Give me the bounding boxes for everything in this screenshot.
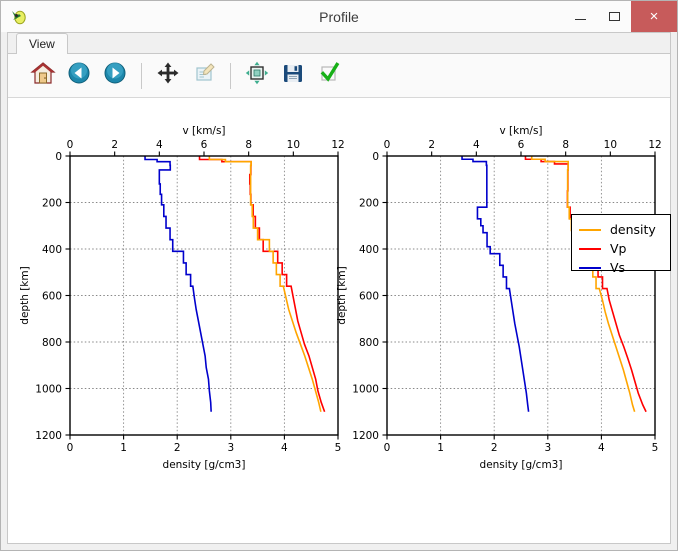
- close-button[interactable]: ×: [631, 1, 677, 32]
- svg-text:6: 6: [518, 139, 525, 151]
- tab-strip: View: [8, 33, 670, 54]
- svg-text:0: 0: [384, 442, 391, 454]
- svg-text:600: 600: [42, 290, 62, 302]
- legend-item-vp: Vp: [572, 239, 670, 258]
- svg-text:1: 1: [120, 442, 127, 454]
- home-icon: [30, 60, 56, 91]
- svg-text:2: 2: [111, 139, 118, 151]
- svg-text:0: 0: [67, 139, 74, 151]
- svg-text:v [km/s]: v [km/s]: [182, 125, 225, 137]
- svg-text:10: 10: [287, 139, 300, 151]
- svg-text:v [km/s]: v [km/s]: [499, 125, 542, 137]
- svg-text:10: 10: [604, 139, 617, 151]
- svg-text:density [g/cm3]: density [g/cm3]: [480, 459, 563, 471]
- left-profile: 0 2 4 6 8 10 12v [km/s]0 1 2 3 4 5density [g/cm3]02…: [19, 125, 345, 471]
- svg-text:4: 4: [156, 139, 163, 151]
- svg-text:2: 2: [491, 442, 498, 454]
- svg-text:depth [km]: depth [km]: [19, 266, 31, 324]
- svg-text:600: 600: [359, 290, 379, 302]
- series-vp: [198, 156, 326, 413]
- svg-text:800: 800: [42, 337, 62, 349]
- right-profile: 0 2 4 6 8 10 12v [km/s]0 1 2 3 4 5density [g/cm3]02…: [336, 125, 662, 471]
- tab-view-label: View: [29, 37, 55, 51]
- figure-canvas[interactable]: 0 2 4 6 8 10 12 v [km/s] 0 1 2 3 4 5 density [g/cm3] 0 2…: [8, 98, 671, 543]
- forward-arrow-icon: [103, 61, 127, 90]
- svg-text:5: 5: [652, 442, 659, 454]
- svg-text:12: 12: [648, 139, 661, 151]
- svg-text:0: 0: [67, 442, 74, 454]
- series-density: [530, 156, 636, 412]
- legend-item-vs: Vs: [572, 258, 670, 277]
- svg-text:400: 400: [42, 244, 62, 256]
- tab-view[interactable]: View: [16, 33, 68, 54]
- svg-text:8: 8: [245, 139, 252, 151]
- zoom-button[interactable]: [187, 59, 221, 93]
- save-floppy-icon: [281, 61, 305, 90]
- svg-text:1000: 1000: [352, 383, 379, 395]
- svg-text:2: 2: [174, 442, 181, 454]
- svg-text:1: 1: [437, 442, 444, 454]
- close-icon: ×: [649, 8, 659, 25]
- svg-text:1200: 1200: [35, 430, 62, 442]
- back-button[interactable]: [62, 59, 96, 93]
- toolbar-separator-1: [141, 62, 142, 89]
- zoom-rect-icon: [192, 61, 216, 90]
- legend-label-vp: Vp: [610, 241, 627, 256]
- profile-plots: 0 2 4 6 8 10 12v [km/s]0 1 2 3 4 5density [g/cm3]02…: [19, 125, 662, 471]
- toolbar-separator-2: [230, 62, 231, 89]
- home-button[interactable]: [26, 59, 60, 93]
- svg-text:4: 4: [598, 442, 605, 454]
- svg-text:1200: 1200: [352, 430, 379, 442]
- svg-text:density [g/cm3]: density [g/cm3]: [163, 459, 246, 471]
- legend: density Vp Vs: [571, 214, 671, 275]
- toolbar: [8, 54, 670, 98]
- svg-text:3: 3: [544, 442, 551, 454]
- svg-text:4: 4: [473, 139, 480, 151]
- series-vs: [461, 156, 530, 412]
- legend-swatch-density: [579, 228, 601, 231]
- svg-text:12: 12: [331, 139, 344, 151]
- pan-move-icon: [156, 61, 180, 90]
- window-controls: ×: [563, 1, 677, 32]
- svg-text:0: 0: [384, 139, 391, 151]
- main-panel: View 0 2 4 6 8 10 12 v [km/s] 0 1 2 3 4 …: [7, 32, 671, 544]
- series-vp: [524, 156, 647, 413]
- maximize-button[interactable]: [597, 1, 631, 32]
- series-density: [208, 156, 322, 412]
- svg-text:400: 400: [359, 244, 379, 256]
- minimize-button[interactable]: [563, 1, 597, 32]
- svg-text:3: 3: [227, 442, 234, 454]
- configure-subplots-icon: [245, 61, 269, 90]
- app-icon: [9, 7, 29, 27]
- save-button[interactable]: [276, 59, 310, 93]
- svg-text:5: 5: [335, 442, 342, 454]
- legend-swatch-vs: [579, 266, 601, 269]
- forward-button[interactable]: [98, 59, 132, 93]
- svg-text:2: 2: [428, 139, 435, 151]
- svg-text:0: 0: [372, 151, 379, 163]
- profile-window: Profile × View 0 2 4 6 8 10 12 v [km/s] …: [0, 0, 678, 551]
- legend-label-density: density: [610, 222, 656, 237]
- apply-button[interactable]: [312, 59, 346, 93]
- back-arrow-icon: [67, 61, 91, 90]
- svg-text:1000: 1000: [35, 383, 62, 395]
- configure-subplots-button[interactable]: [240, 59, 274, 93]
- svg-text:0: 0: [55, 151, 62, 163]
- pan-button[interactable]: [151, 59, 185, 93]
- legend-item-density: density: [572, 220, 670, 239]
- svg-text:8: 8: [562, 139, 569, 151]
- svg-text:depth [km]: depth [km]: [336, 266, 348, 324]
- svg-text:200: 200: [359, 197, 379, 209]
- series-vs: [144, 156, 212, 412]
- legend-label-vs: Vs: [610, 260, 626, 275]
- svg-text:6: 6: [201, 139, 208, 151]
- svg-text:4: 4: [281, 442, 288, 454]
- apply-check-icon: [317, 61, 341, 90]
- title-bar[interactable]: Profile ×: [1, 1, 677, 32]
- svg-text:800: 800: [359, 337, 379, 349]
- svg-text:200: 200: [42, 197, 62, 209]
- legend-swatch-vp: [579, 247, 601, 250]
